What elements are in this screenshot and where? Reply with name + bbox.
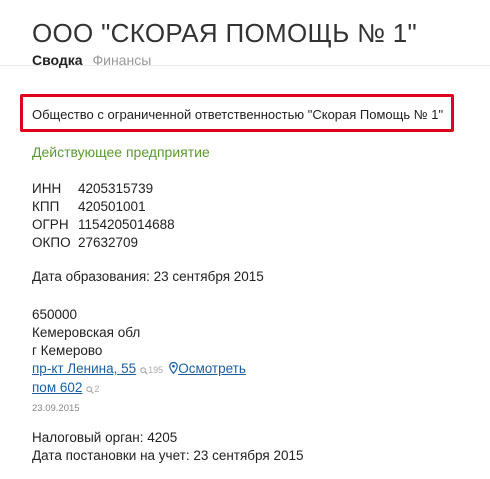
street-count[interactable]: 195 [140, 365, 163, 375]
address-postcode: 650000 [32, 307, 78, 322]
code-label: ОКПО [32, 235, 71, 250]
code-label: ОГРН [32, 217, 69, 232]
room-count-value: 2 [94, 384, 100, 394]
room-link[interactable]: пом 602 [32, 380, 82, 395]
code-value: 4205315739 [78, 181, 154, 196]
page-header: ООО "СКОРАЯ ПОМОЩЬ № 1" Сводка Финансы [0, 0, 490, 68]
code-row-kpp: КПП 420501001 [32, 198, 175, 216]
code-row-okpo: ОКПО 27632709 [32, 234, 175, 252]
code-value: 420501001 [78, 199, 146, 214]
map-link-label: Осмотреть [178, 361, 246, 376]
address-street-row: пр-кт Ленина, 55 195 Осмотреть [32, 360, 246, 379]
code-row-ogrn: ОГРН 1154205014688 [32, 216, 175, 234]
tab-finance[interactable]: Финансы [92, 52, 151, 68]
tax-block: Налоговый орган: 4205 Дата постановки на… [32, 429, 303, 465]
code-row-inn: ИНН 4205315739 [32, 180, 175, 198]
code-label: ИНН [32, 181, 62, 196]
code-value: 1154205014688 [78, 217, 175, 232]
tax-authority: Налоговый орган: 4205 [32, 430, 178, 445]
tax-registered-date: Дата постановки на учет: 23 сентября 201… [32, 448, 304, 463]
code-label: КПП [32, 199, 60, 214]
company-full-name: Общество с ограниченной ответственностью… [32, 107, 444, 122]
street-link[interactable]: пр-кт Ленина, 55 [32, 361, 136, 376]
map-link[interactable]: Осмотреть [169, 361, 246, 376]
address-room-row: пом 602 2 [32, 379, 246, 398]
street-count-value: 195 [148, 365, 164, 375]
map-pin-icon [169, 362, 178, 374]
room-count[interactable]: 2 [86, 384, 99, 394]
address-date: 23.09.2015 [32, 403, 80, 414]
code-value: 27632709 [78, 235, 139, 250]
tabs: Сводка Финансы [32, 52, 490, 68]
tab-summary[interactable]: Сводка [32, 52, 83, 68]
page-title: ООО "СКОРАЯ ПОМОЩЬ № 1" [32, 18, 418, 48]
company-codes: ИНН 4205315739 КПП 420501001 ОГРН 115420501… [32, 180, 175, 252]
address-block: 650000 Кемеровская обл г Кемерово пр-кт … [32, 306, 246, 418]
address-city: г Кемерово [32, 343, 103, 358]
address-region: Кемеровская обл [32, 325, 141, 340]
status-text: Действующее предприятие [32, 144, 210, 160]
search-icon [140, 366, 148, 375]
founded-date: Дата образования: 23 сентября 2015 [32, 269, 264, 284]
